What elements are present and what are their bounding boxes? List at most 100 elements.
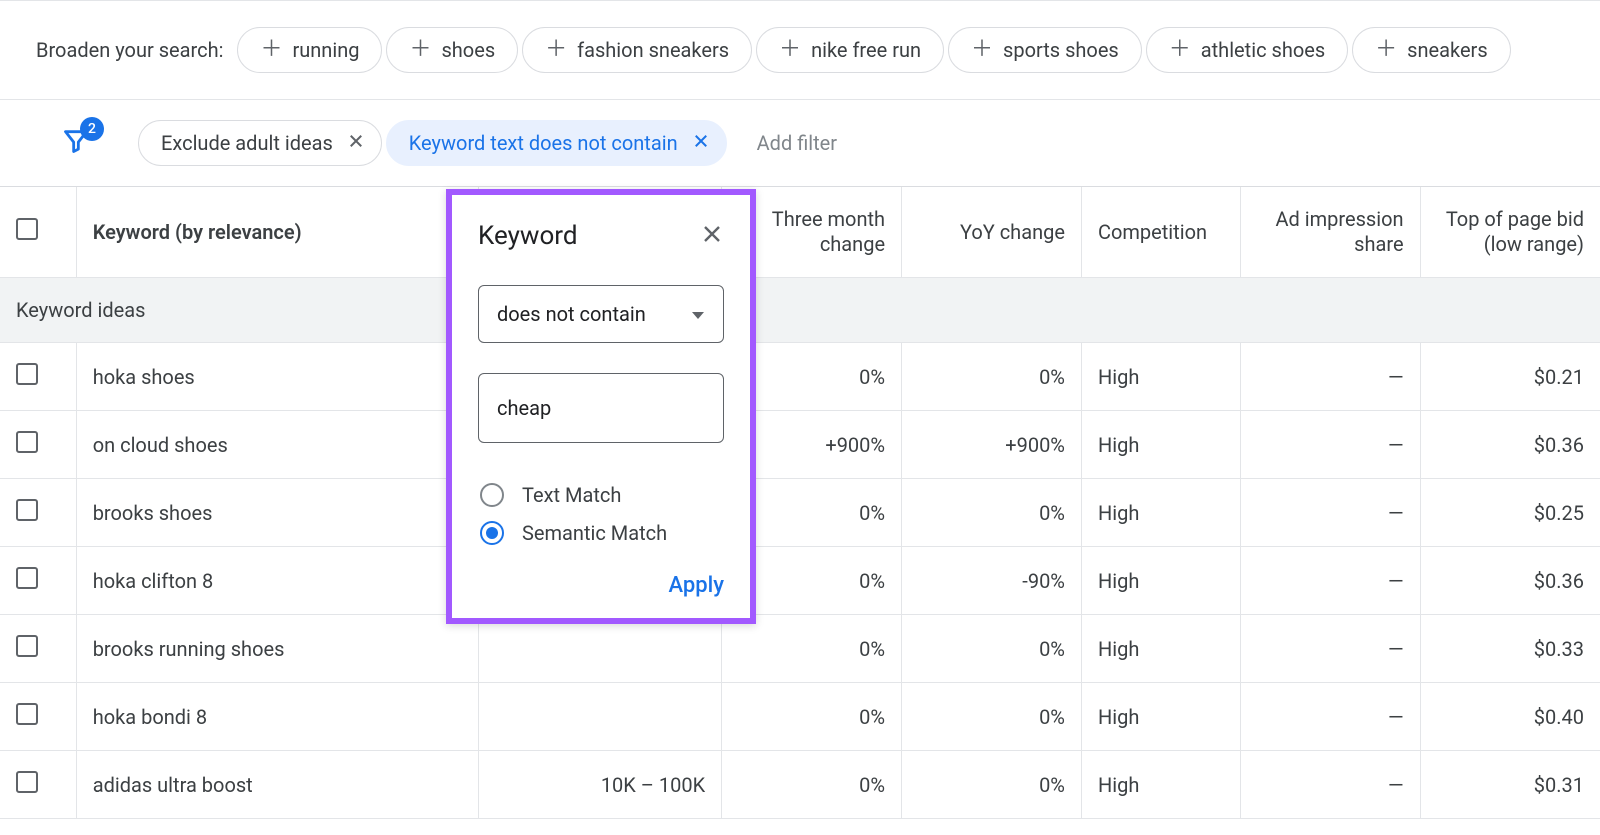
table-row: brooks running shoes0%0%High—$0.33: [0, 615, 1600, 683]
cell-three-month: 0%: [722, 615, 902, 683]
select-all-checkbox[interactable]: [0, 187, 76, 278]
cell-keyword[interactable]: brooks shoes: [76, 479, 478, 547]
suggestion-label: running: [292, 38, 359, 62]
broaden-label: Broaden your search:: [36, 38, 223, 62]
close-icon[interactable]: [692, 131, 710, 155]
table-row: on cloud shoes+900%+900%High—$0.36: [0, 411, 1600, 479]
cell-avg: [478, 615, 721, 683]
cell-impression: —: [1240, 547, 1420, 615]
match-type-select[interactable]: does not contain: [478, 285, 724, 343]
filter-funnel-icon[interactable]: 2: [62, 127, 90, 159]
cell-competition: High: [1081, 479, 1240, 547]
broaden-suggestion[interactable]: ＋ nike free run: [756, 27, 944, 73]
cell-bid-low: $0.40: [1420, 683, 1600, 751]
table-row: hoka clifton 80%-90%High—$0.36: [0, 547, 1600, 615]
plus-icon: ＋: [971, 39, 993, 61]
suggestion-label: sports shoes: [1003, 38, 1119, 62]
broaden-suggestion[interactable]: ＋ sneakers: [1352, 27, 1511, 73]
close-icon[interactable]: [347, 131, 365, 155]
cell-competition: High: [1081, 751, 1240, 819]
filter-bar: 2 Exclude adult ideas Keyword text does …: [0, 100, 1600, 186]
plus-icon: ＋: [779, 39, 801, 61]
col-impression-share[interactable]: Ad impression share: [1240, 187, 1420, 278]
table-header-row: Keyword (by relevance) Avg. monthly sear…: [0, 187, 1600, 278]
row-checkbox[interactable]: [0, 411, 76, 479]
cell-bid-low: $0.31: [1420, 751, 1600, 819]
cell-yoy: 0%: [902, 615, 1082, 683]
cell-impression: —: [1240, 411, 1420, 479]
section-row: Keyword ideas: [0, 278, 1600, 343]
radio-text-match[interactable]: Text Match: [478, 483, 724, 507]
radio-icon: [480, 521, 504, 545]
chevron-down-icon: [691, 302, 705, 326]
cell-bid-low: $0.36: [1420, 547, 1600, 615]
table-row: hoka shoes0%0%High—$0.21: [0, 343, 1600, 411]
col-yoy[interactable]: YoY change: [902, 187, 1082, 278]
cell-keyword[interactable]: brooks running shoes: [76, 615, 478, 683]
col-keyword[interactable]: Keyword (by relevance): [76, 187, 478, 278]
row-checkbox[interactable]: [0, 615, 76, 683]
broaden-row: Broaden your search: ＋running ＋shoes ＋fa…: [0, 0, 1600, 100]
apply-button[interactable]: Apply: [668, 573, 724, 598]
add-filter-button[interactable]: Add filter: [745, 131, 837, 155]
table-row: brooks shoes0%0%High—$0.25: [0, 479, 1600, 547]
cell-impression: —: [1240, 615, 1420, 683]
suggestion-label: athletic shoes: [1201, 38, 1325, 62]
radio-semantic-match[interactable]: Semantic Match: [478, 521, 724, 545]
chip-label: Exclude adult ideas: [161, 131, 333, 155]
radio-label: Semantic Match: [522, 521, 667, 545]
row-checkbox[interactable]: [0, 547, 76, 615]
table-row: adidas ultra boost10K – 100K0%0%High—$0.…: [0, 751, 1600, 819]
row-checkbox[interactable]: [0, 683, 76, 751]
cell-impression: —: [1240, 343, 1420, 411]
suggestion-label: shoes: [441, 38, 495, 62]
suggestion-label: sneakers: [1407, 38, 1488, 62]
filter-chip[interactable]: Exclude adult ideas: [138, 120, 382, 166]
chip-label: Keyword text does not contain: [409, 131, 678, 155]
broaden-suggestion[interactable]: ＋ athletic shoes: [1146, 27, 1348, 73]
cell-keyword[interactable]: adidas ultra boost: [76, 751, 478, 819]
suggestion-label: nike free run: [811, 38, 921, 62]
plus-icon: ＋: [1375, 39, 1397, 61]
cell-keyword[interactable]: hoka bondi 8: [76, 683, 478, 751]
cell-impression: —: [1240, 683, 1420, 751]
keyword-input-value: cheap: [497, 396, 551, 420]
keyword-table: Keyword (by relevance) Avg. monthly sear…: [0, 186, 1600, 819]
suggestion-label: fashion sneakers: [577, 38, 729, 62]
broaden-suggestion[interactable]: ＋ sports shoes: [948, 27, 1142, 73]
plus-icon: ＋: [545, 39, 567, 61]
keyword-filter-popover: Keyword does not contain cheap Text Matc…: [446, 189, 756, 624]
plus-icon: ＋: [260, 39, 282, 61]
cell-bid-low: $0.36: [1420, 411, 1600, 479]
cell-competition: High: [1081, 411, 1240, 479]
broaden-suggestion[interactable]: ＋ fashion sneakers: [522, 27, 752, 73]
radio-icon: [480, 483, 504, 507]
cell-competition: High: [1081, 615, 1240, 683]
table-row: hoka bondi 80%0%High—$0.40: [0, 683, 1600, 751]
popover-close-icon[interactable]: [700, 222, 724, 250]
cell-keyword[interactable]: hoka shoes: [76, 343, 478, 411]
row-checkbox[interactable]: [0, 343, 76, 411]
broaden-suggestion[interactable]: ＋ running: [237, 27, 382, 73]
cell-keyword[interactable]: on cloud shoes: [76, 411, 478, 479]
section-label: Keyword ideas: [0, 278, 1600, 343]
row-checkbox[interactable]: [0, 751, 76, 819]
col-competition[interactable]: Competition: [1081, 187, 1240, 278]
col-bid-low[interactable]: Top of page bid (low range): [1420, 187, 1600, 278]
plus-icon: ＋: [1169, 39, 1191, 61]
filter-chip[interactable]: Keyword text does not contain: [386, 120, 727, 166]
cell-three-month: 0%: [722, 751, 902, 819]
cell-yoy: +900%: [902, 411, 1082, 479]
cell-yoy: -90%: [902, 547, 1082, 615]
cell-competition: High: [1081, 343, 1240, 411]
cell-yoy: 0%: [902, 683, 1082, 751]
radio-label: Text Match: [522, 483, 621, 507]
keyword-input[interactable]: cheap: [478, 373, 724, 443]
broaden-suggestion[interactable]: ＋shoes: [386, 27, 518, 73]
cell-avg: [478, 683, 721, 751]
cell-impression: —: [1240, 479, 1420, 547]
row-checkbox[interactable]: [0, 479, 76, 547]
cell-keyword[interactable]: hoka clifton 8: [76, 547, 478, 615]
popover-title: Keyword: [478, 221, 578, 251]
cell-yoy: 0%: [902, 343, 1082, 411]
